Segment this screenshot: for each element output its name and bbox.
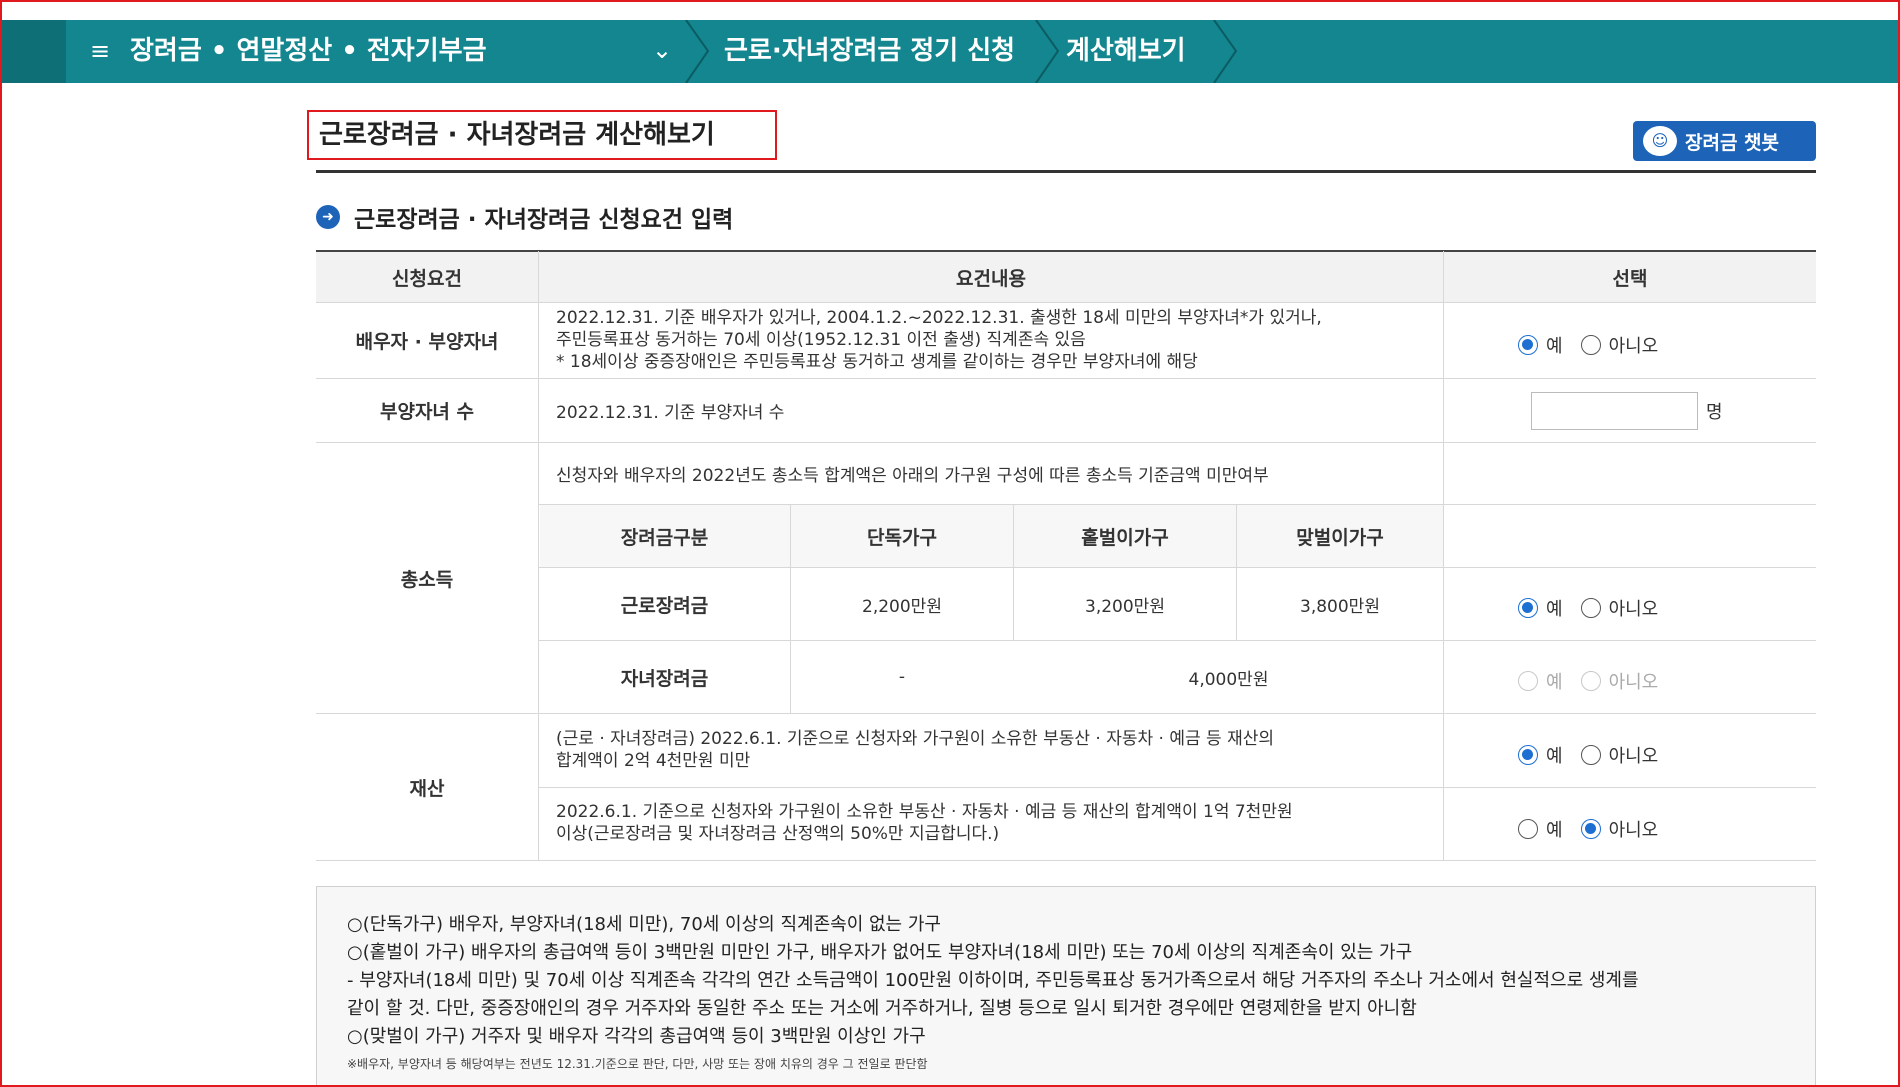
note-line: ○(맞벌이 가구) 거주자 및 배우자 각각의 총급여액 등이 3백만원 이상인… bbox=[347, 1026, 926, 1047]
breadcrumb-separator-icon bbox=[685, 20, 710, 83]
radio-label: 예 bbox=[1546, 746, 1563, 767]
table-col-divider bbox=[1443, 251, 1444, 860]
breadcrumb-calculate[interactable]: 계산해보기 bbox=[1066, 20, 1186, 83]
children-count-unit: 명 bbox=[1706, 402, 1723, 423]
chatbot-button[interactable]: ☺ 장려금 챗봇 bbox=[1633, 121, 1816, 161]
assets-row2-yes-radio[interactable]: 예 bbox=[1518, 816, 1563, 842]
work-dual-earner-value: 3,800만원 bbox=[1300, 596, 1380, 617]
assets-text-line: 합계액이 2억 4천만원 미만 bbox=[556, 751, 751, 771]
chevron-down-icon[interactable]: ⌄ bbox=[652, 36, 672, 64]
work-single-value: 2,200만원 bbox=[862, 596, 942, 617]
chatbot-label: 장려금 챗봇 bbox=[1685, 131, 1780, 154]
radio-label: 아니오 bbox=[1608, 672, 1659, 693]
row-label-children-count: 부양자녀 수 bbox=[379, 401, 474, 423]
section-heading: ➜ 근로장려금 · 자녀장려금 신청요건 입력 bbox=[316, 200, 733, 234]
assets-row2-radio-group: 예 아니오 bbox=[1518, 816, 1676, 842]
income-description: 신청자와 배우자의 2022년도 총소득 합계액은 아래의 가구원 구성에 따른… bbox=[556, 466, 1269, 486]
breadcrumb-separator-icon bbox=[1035, 20, 1060, 83]
radio-unchecked-icon bbox=[1518, 819, 1538, 839]
radio-checked-icon bbox=[1518, 598, 1538, 618]
breadcrumb-apply[interactable]: 근로·자녀장려금 정기 신청 bbox=[724, 20, 1015, 83]
spouse-text-line: 2022.12.31. 기준 배우자가 있거나, 2004.1.2.~2022.… bbox=[556, 308, 1322, 328]
child-income-radio-group: 예 아니오 bbox=[1518, 668, 1676, 694]
radio-label: 아니오 bbox=[1608, 336, 1659, 357]
nav-lead-block bbox=[2, 20, 66, 83]
radio-label: 아니오 bbox=[1608, 820, 1659, 841]
assets-text-line: 2022.6.1. 기준으로 신청자와 가구원이 소유한 부동산 · 자동차 ·… bbox=[556, 802, 1293, 822]
section-heading-text: 근로장려금 · 자녀장려금 신청요건 입력 bbox=[354, 207, 734, 233]
radio-checked-icon bbox=[1518, 335, 1538, 355]
row-label-assets: 재산 bbox=[409, 777, 445, 800]
radio-label: 예 bbox=[1546, 336, 1563, 357]
note-line: 같이 할 것. 다만, 중증장애인의 경우 거주자와 동일한 주소 또는 거소에… bbox=[347, 998, 1417, 1019]
header-requirement: 신청요건 bbox=[392, 267, 462, 290]
subheader-dual-earner: 맞벌이가구 bbox=[1296, 526, 1384, 549]
page-title-box: 근로장려금 · 자녀장려금 계산해보기 bbox=[307, 110, 777, 160]
radio-label: 예 bbox=[1546, 672, 1563, 693]
work-one-earner-value: 3,200만원 bbox=[1085, 596, 1165, 617]
work-income-yes-radio[interactable]: 예 bbox=[1518, 595, 1563, 621]
child-single-value: - bbox=[898, 667, 906, 687]
top-navigation-bar: ≡ 장려금 • 연말정산 • 전자기부금 ⌄ 근로·자녀장려금 정기 신청 계산… bbox=[2, 20, 1898, 83]
spouse-radio-group: 예 아니오 bbox=[1518, 332, 1676, 358]
row-label-spouse: 배우자 · 부양자녀 bbox=[355, 331, 499, 353]
breadcrumb-separator-icon bbox=[1213, 20, 1238, 83]
assets-text-line: 이상(근로장려금 및 자녀장려금 산정액의 50%만 지급합니다.) bbox=[556, 824, 1000, 844]
radio-unchecked-icon bbox=[1580, 598, 1601, 618]
children-count-text: 2022.12.31. 기준 부양자녀 수 bbox=[556, 403, 785, 423]
household-notes-box: ○(단독가구) 배우자, 부양자녀(18세 미만), 70세 이상의 직계존속이… bbox=[316, 886, 1816, 1086]
spouse-text-line: * 18세이상 중증장애인은 주민등록표상 동거하고 생계를 같이하는 경우만 … bbox=[556, 352, 1198, 372]
radio-label: 아니오 bbox=[1608, 599, 1659, 620]
page-title: 근로장려금 · 자녀장려금 계산해보기 bbox=[319, 120, 715, 150]
assets-row1-text: (근로 · 자녀장려금) 2022.6.1. 기준으로 신청자와 가구원이 소유… bbox=[556, 728, 1436, 772]
subheader-single: 단독가구 bbox=[867, 526, 937, 549]
subheader-one-earner: 홑벌이가구 bbox=[1081, 526, 1169, 549]
note-line: ○(홑벌이 가구) 배우자의 총급여액 등이 3백만원 미만인 가구, 배우자가… bbox=[347, 942, 1413, 963]
table-divider bbox=[316, 302, 1816, 303]
breadcrumb-category[interactable]: 장려금 • 연말정산 • 전자기부금 bbox=[130, 20, 486, 83]
work-incentive-label: 근로장려금 bbox=[620, 594, 709, 617]
assets-row1-radio-group: 예 아니오 bbox=[1518, 742, 1676, 768]
child-incentive-label: 자녀장려금 bbox=[620, 667, 709, 690]
row-label-income: 총소득 bbox=[400, 568, 454, 591]
child-income-yes-radio: 예 bbox=[1518, 668, 1563, 694]
radio-disabled-icon bbox=[1518, 671, 1538, 691]
assets-row2-no-radio[interactable]: 아니오 bbox=[1580, 816, 1659, 842]
assets-row1-no-radio[interactable]: 아니오 bbox=[1580, 742, 1659, 768]
radio-label: 예 bbox=[1546, 820, 1563, 841]
header-content: 요건내용 bbox=[956, 267, 1026, 290]
note-line: ○(단독가구) 배우자, 부양자녀(18세 미만), 70세 이상의 직계존속이… bbox=[347, 914, 941, 935]
work-income-radio-group: 예 아니오 bbox=[1518, 595, 1676, 621]
spouse-text-line: 주민등록표상 동거하는 70세 이상(1952.12.31 이전 출생) 직계존… bbox=[556, 330, 1086, 350]
header-selection: 선택 bbox=[1612, 267, 1648, 290]
assets-row1-yes-radio[interactable]: 예 bbox=[1518, 742, 1563, 768]
radio-unchecked-icon bbox=[1580, 335, 1601, 355]
table-divider bbox=[316, 713, 1816, 714]
spouse-requirement-text: 2022.12.31. 기준 배우자가 있거나, 2004.1.2.~2022.… bbox=[556, 307, 1436, 373]
child-income-no-radio: 아니오 bbox=[1580, 668, 1659, 694]
note-line: - 부양자녀(18세 미만) 및 70세 이상 직계존속 각각의 연간 소득금액… bbox=[347, 970, 1639, 991]
subheader-type: 장려금구분 bbox=[620, 526, 709, 549]
assets-text-line: (근로 · 자녀장려금) 2022.6.1. 기준으로 신청자와 가구원이 소유… bbox=[556, 729, 1274, 749]
radio-disabled-icon bbox=[1580, 671, 1601, 691]
arrow-right-circle-icon: ➜ bbox=[316, 205, 340, 229]
table-divider bbox=[316, 860, 1816, 861]
spouse-no-radio[interactable]: 아니오 bbox=[1580, 332, 1659, 358]
hamburger-menu-icon[interactable]: ≡ bbox=[90, 38, 112, 64]
radio-unchecked-icon bbox=[1580, 745, 1601, 765]
spouse-yes-radio[interactable]: 예 bbox=[1518, 332, 1563, 358]
assets-row2-text: 2022.6.1. 기준으로 신청자와 가구원이 소유한 부동산 · 자동차 ·… bbox=[556, 801, 1436, 845]
table-divider bbox=[538, 787, 1816, 788]
radio-label: 아니오 bbox=[1608, 746, 1659, 767]
title-divider bbox=[316, 170, 1816, 173]
radio-label: 예 bbox=[1546, 599, 1563, 620]
children-count-input[interactable] bbox=[1531, 392, 1698, 430]
chatbot-icon: ☺ bbox=[1643, 126, 1677, 156]
child-combined-value: 4,000만원 bbox=[1188, 669, 1269, 690]
radio-checked-icon bbox=[1580, 819, 1601, 839]
work-income-no-radio[interactable]: 아니오 bbox=[1580, 595, 1659, 621]
radio-checked-icon bbox=[1518, 745, 1538, 765]
note-footnote: ※배우자, 부양자녀 등 해당여부는 전년도 12.31.기준으로 판단, 다만… bbox=[347, 1057, 928, 1071]
